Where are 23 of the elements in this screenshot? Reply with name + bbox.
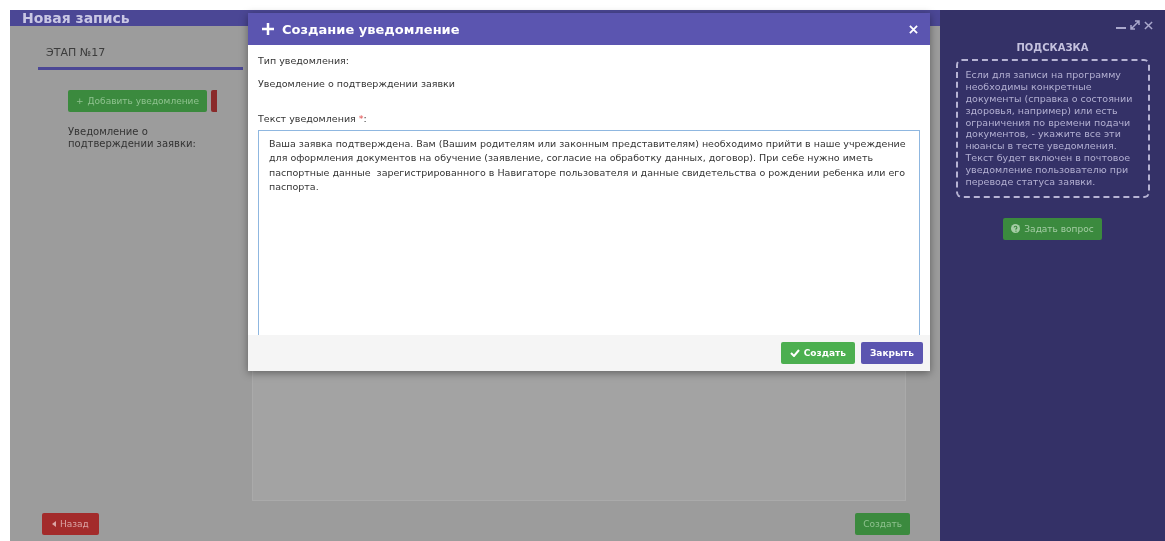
add-notification-button[interactable]: + Добавить уведомление <box>68 90 207 112</box>
create-button[interactable]: Создать <box>780 342 855 364</box>
create-button[interactable]: Создать <box>855 513 910 535</box>
notification-text-field[interactable]: Ваша заявка подтверждена. Вам (Вашим родителям или законным представителям) необходимо прийти в наше учреждение для оформления документов на обучение (заявление, согласие на обработку данных, договор). При себе нужно иметь паспортные данные зарегистрированного в Навигаторе пользователя и данные свидетельства о рождении ребенка или его паспорта. <box>258 130 920 335</box>
check-icon <box>789 349 800 357</box>
ask-question-button[interactable]: Задать вопрос <box>1003 217 1102 240</box>
notification-type: Уведомление о подтверждении заявки <box>258 78 457 89</box>
close-button[interactable]: Закрыть <box>860 342 923 364</box>
caret-icon <box>52 521 56 527</box>
field-label: Текст уведомления *: <box>258 113 368 124</box>
dialog-title: Создание уведомление <box>282 21 460 37</box>
stage-tab[interactable]: ЭТАП №17 <box>38 38 243 70</box>
question-icon <box>1011 224 1021 234</box>
hint-title: ПОДСКАЗКА <box>1016 42 1089 53</box>
notification-label: Уведомление о подтверждении заявки: <box>68 126 197 151</box>
window-title: Новая запись <box>22 10 130 26</box>
close-icon[interactable] <box>1144 20 1153 30</box>
back-button[interactable]: Назад <box>42 513 99 535</box>
plus-icon <box>262 23 274 35</box>
hint-text: Если для записи на программу необходимы конкретные документы (справка о состоянии здоровья, например) или есть ограничения по времени подачи документов, - укажите все эти нюансы в тесте уведомления. Текст будет включен в почтовое уведомление пользователю при переводе статуса заявки. <box>955 59 1150 198</box>
partial-button[interactable] <box>210 90 217 112</box>
expand-icon[interactable] <box>1130 20 1140 30</box>
field-label: Тип уведомления: <box>258 55 351 66</box>
